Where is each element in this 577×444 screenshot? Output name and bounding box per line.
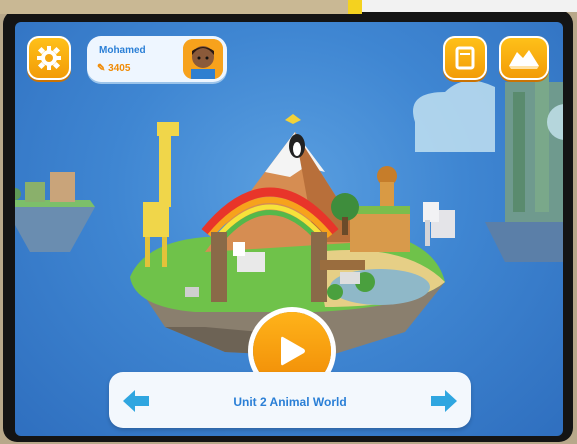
background-paper [362, 0, 577, 12]
background-object [348, 0, 362, 14]
game-screen: Mohamed ✎ 3405 Unit 2 Animal World [15, 22, 563, 436]
play-icon [281, 336, 305, 366]
book-button[interactable] [443, 36, 487, 80]
unit-title: Unit 2 Animal World [233, 395, 347, 409]
background-table [0, 0, 360, 14]
book-icon [455, 46, 475, 70]
gear-icon [37, 46, 61, 70]
player-score: ✎ 3405 [97, 63, 131, 74]
map-icon [509, 50, 539, 69]
profile-card[interactable]: Mohamed ✎ 3405 [87, 36, 227, 82]
map-button[interactable] [499, 36, 549, 80]
arrow-right-icon[interactable] [429, 388, 459, 414]
settings-button[interactable] [27, 36, 71, 80]
player-name: Mohamed [99, 45, 146, 56]
unit-selector: Unit 2 Animal World [109, 372, 471, 428]
left-island [15, 172, 95, 252]
pencil-icon: ✎ [97, 63, 106, 74]
avatar [183, 39, 223, 79]
